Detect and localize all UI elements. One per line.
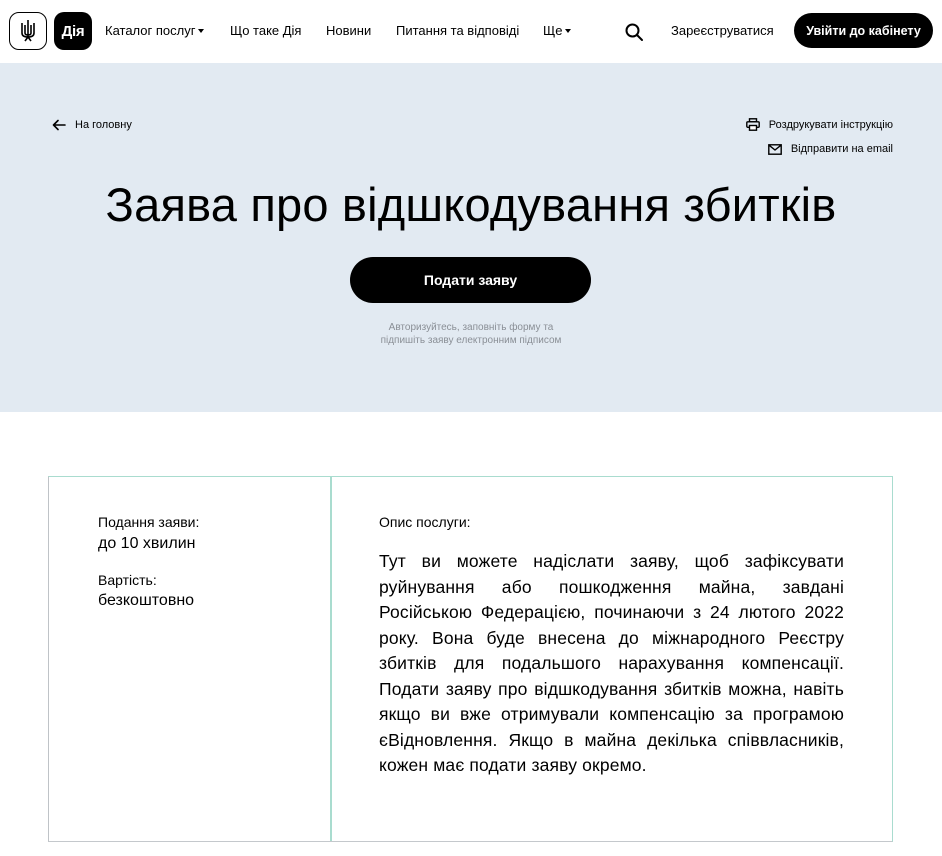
back-to-home-link[interactable]: На головну: [52, 119, 132, 131]
cost-value: безкоштовно: [98, 592, 195, 609]
nav-more[interactable]: Ще: [543, 23, 572, 38]
trident-icon: [21, 20, 35, 42]
arrow-left-icon: [52, 119, 66, 131]
duration-label: Подання заяви:: [98, 514, 200, 530]
service-info-card: Подання заяви: до 10 хвилин Вартість: бе…: [48, 476, 893, 842]
nav-what-is-diia-label: Що таке Дія: [230, 23, 302, 38]
register-link[interactable]: Зареєструватися: [671, 23, 774, 38]
print-instruction-link[interactable]: Роздрукувати інструкцію: [745, 118, 893, 131]
send-email-link[interactable]: Відправити на email: [767, 143, 893, 155]
nav-news[interactable]: Новини: [326, 23, 371, 38]
duration-value: до 10 хвилин: [98, 535, 196, 552]
nav-catalog-label: Каталог послуг: [105, 23, 196, 38]
printer-icon: [745, 118, 760, 131]
nav-what-is-diia[interactable]: Що таке Дія: [230, 23, 301, 38]
send-email-label: Відправити на email: [790, 143, 893, 155]
card-divider: [330, 477, 332, 841]
apply-hint-line1: Авторизуйтесь, заповніть форму та: [388, 322, 554, 333]
page-title: Заява про відшкодування збитків: [105, 178, 837, 231]
hero-section: На головну Роздрукувати інструкцію Відпр…: [0, 63, 942, 412]
caret-down-icon: [198, 29, 205, 33]
description-label: Опис послуги:: [379, 514, 471, 530]
diia-logo-text: Дія: [61, 22, 85, 40]
print-instruction-label: Роздрукувати інструкцію: [768, 118, 893, 131]
mail-icon: [767, 143, 782, 155]
nav-more-label: Ще: [543, 23, 563, 38]
nav-faq-label: Питання та відповіді: [396, 23, 520, 38]
back-to-home-label: На головну: [75, 119, 132, 131]
caret-down-icon: [565, 29, 572, 33]
nav-catalog[interactable]: Каталог послуг: [105, 23, 205, 38]
nav-faq[interactable]: Питання та відповіді: [396, 23, 519, 38]
site-header: Дія Каталог послуг Що таке Дія Новини Пи…: [0, 0, 942, 63]
apply-hint-line2: підпишіть заяву електронним підписом: [380, 334, 562, 346]
apply-hint: Авторизуйтесь, заповніть форму та підпиш…: [0, 322, 942, 347]
apply-button[interactable]: Подати заяву: [350, 257, 591, 303]
diia-logo-link[interactable]: Дія: [54, 12, 92, 50]
trident-logo-link[interactable]: [9, 12, 47, 50]
service-description: Тут ви можете надіслати заяву, щоб зафік…: [379, 551, 844, 775]
cost-label: Вартість:: [98, 572, 157, 588]
search-icon[interactable]: [624, 22, 644, 42]
nav-news-label: Новини: [326, 23, 372, 38]
login-button[interactable]: Увійти до кабінету: [794, 13, 933, 48]
